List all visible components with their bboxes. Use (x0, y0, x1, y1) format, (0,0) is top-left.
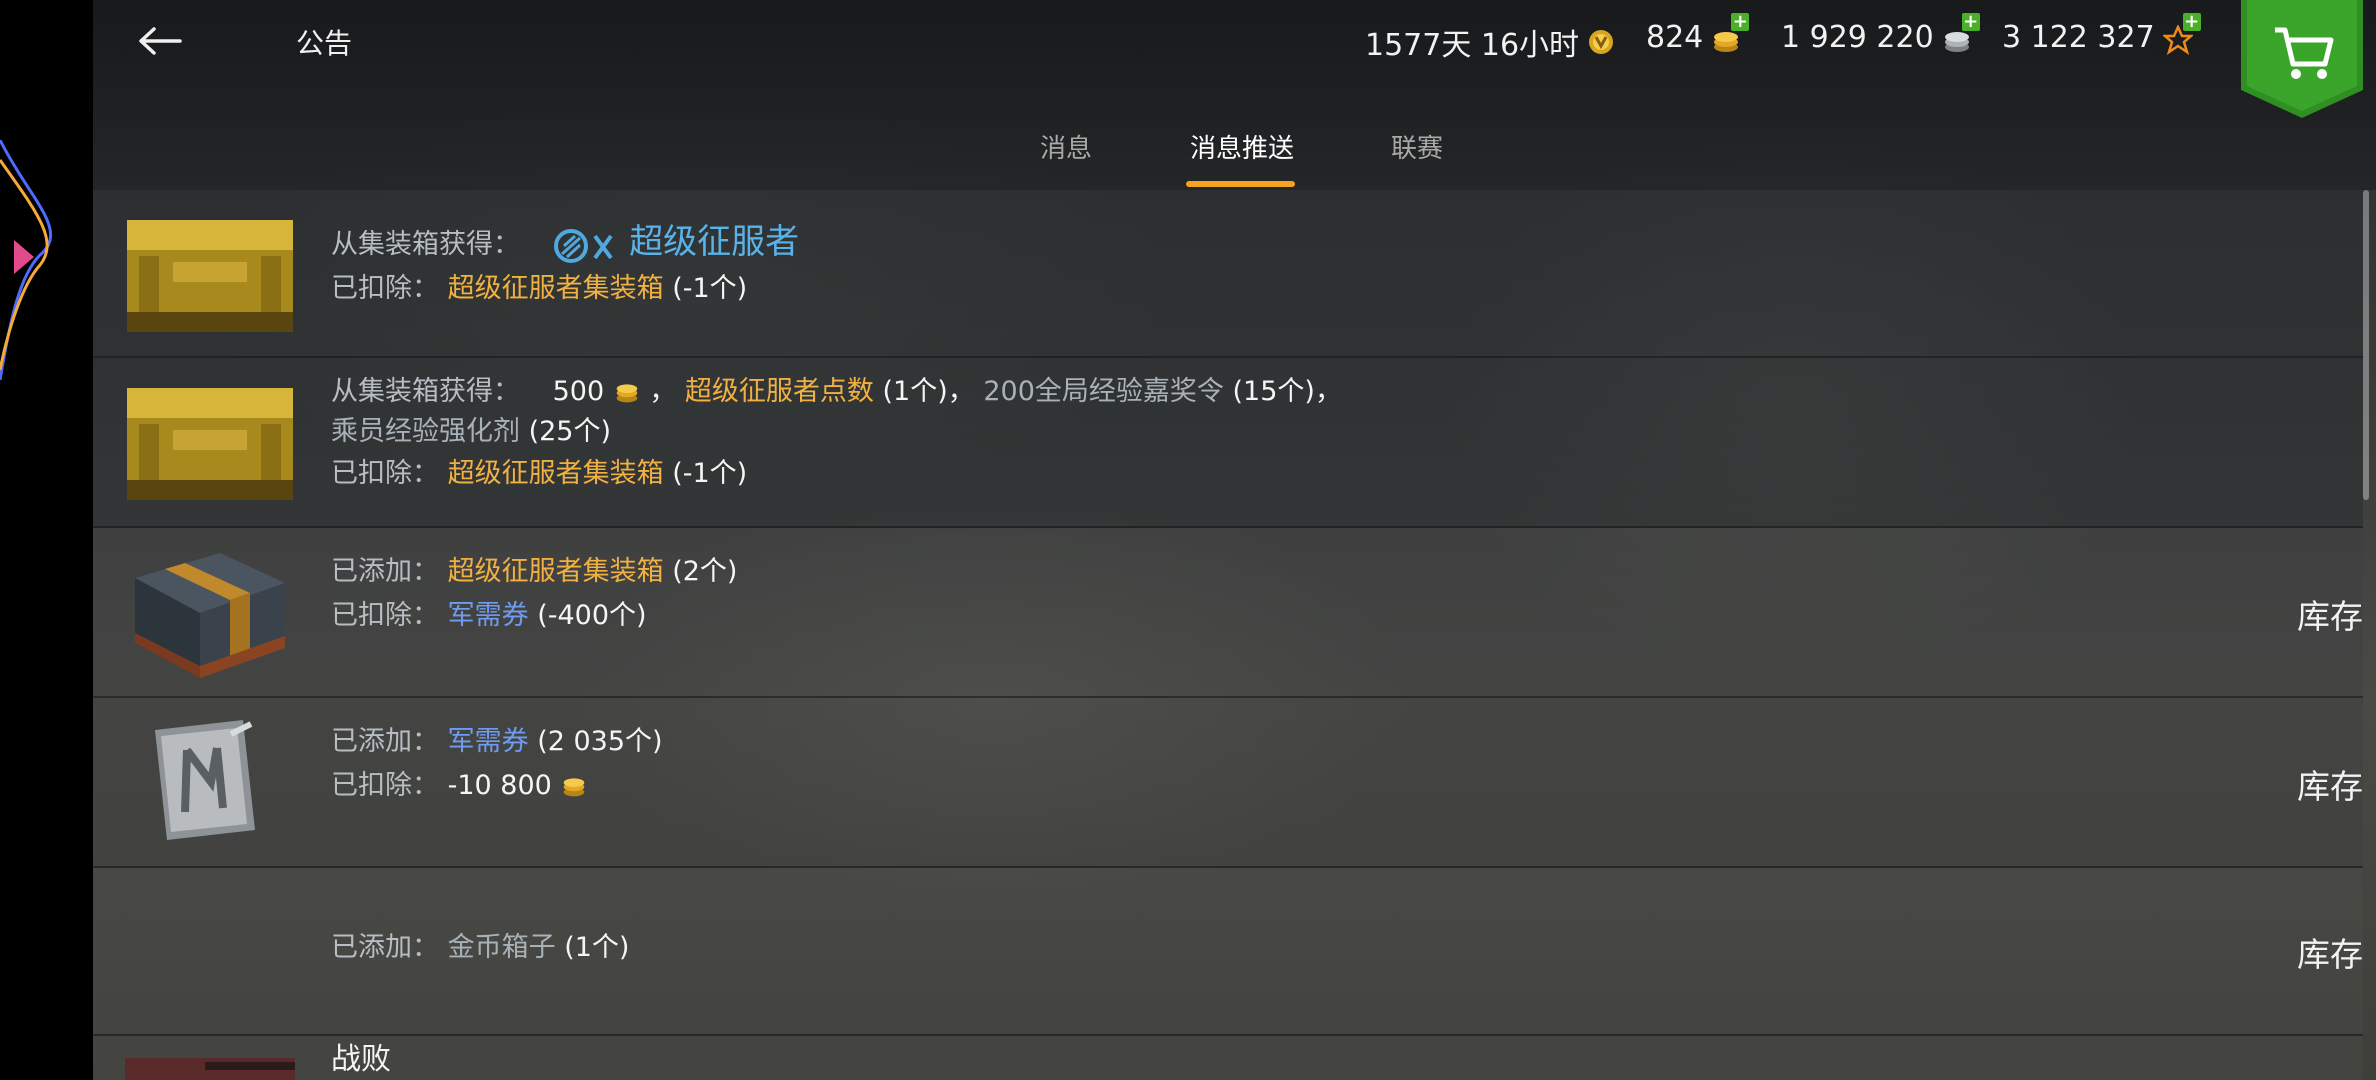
inventory-button[interactable]: 库存 (2297, 760, 2363, 808)
obtained-label: 从集装箱获得： (331, 376, 520, 407)
deducted-amount: -10 800 (447, 770, 552, 801)
message-row[interactable]: 已添加： 金币箱子 (1个) 库存 (93, 868, 2363, 1036)
battle-result-title: 战败 (331, 1042, 391, 1077)
added-label: 已添加： (331, 726, 439, 757)
reward-item: 200全局经验嘉奖令 (983, 376, 1224, 407)
added-qty: (2 035个) (537, 726, 663, 757)
deducted-item: 军需券 (447, 600, 529, 631)
conqueror-container-icon (135, 553, 285, 678)
back-button[interactable] (135, 16, 185, 66)
tab-push-messages[interactable]: 消息推送 (1190, 128, 1294, 165)
message-row[interactable]: 已添加： 超级征服者集装箱 (2个) 已扣除： 军需券 (-400个) 库存 (93, 528, 2363, 698)
inventory-button[interactable]: 库存 (2297, 590, 2363, 638)
tab-messages[interactable]: 消息 (1040, 128, 1092, 165)
inventory-button[interactable]: 库存 (2297, 928, 2363, 976)
reward-qty: (1个) (882, 376, 948, 407)
added-qty: (1个) (564, 932, 630, 963)
deducted-label: 已扣除： (331, 600, 439, 631)
tab-league[interactable]: 联赛 (1391, 128, 1443, 165)
separator: ， (1314, 376, 1342, 407)
deducted-item: 超级征服者集装箱 (447, 273, 664, 304)
vehicle-thumbnail-icon (125, 1058, 295, 1080)
credits-balance[interactable]: 1 929 220 + (1781, 12, 1980, 55)
added-label: 已添加： (331, 556, 439, 587)
message-row[interactable]: 从集装箱获得： 500 ， 超级征服者点数 (1个)， 200全局经验嘉奖令 (… (93, 358, 2363, 528)
app-window: 公告 1577天 16小时 824 + 1 929 220 + 3 122 32… (93, 0, 2376, 1080)
deducted-label: 已扣除： (331, 458, 439, 489)
added-item: 军需券 (447, 726, 529, 757)
gold-amount: 500 (552, 376, 605, 407)
separator: ， (649, 376, 677, 407)
tab-bar: 消息 消息推送 联赛 (93, 128, 2376, 188)
deducted-label: 已扣除： (331, 273, 439, 304)
reward-name: 超级征服者 (629, 222, 800, 262)
free-xp-balance[interactable]: 3 122 327 + (2002, 12, 2201, 55)
container-crate-icon (127, 220, 293, 332)
added-item: 超级征服者集装箱 (447, 556, 664, 587)
active-tab-indicator (1186, 181, 1295, 187)
reward-item: 超级征服者点数 (684, 376, 874, 407)
system-edge-strip (0, 0, 93, 1080)
reward-item: 乘员经验强化剂 (331, 416, 520, 447)
edge-panel-handle[interactable] (0, 140, 60, 380)
message-list[interactable]: 从集装箱获得： 超级征服者 已扣除： 超级征服者集装箱 (-1个) 从集装箱获得… (93, 190, 2376, 1080)
add-xp-button[interactable]: + (2182, 12, 2201, 31)
credits-value: 1 929 220 (1781, 20, 1934, 55)
obtained-label: 从集装箱获得： (331, 229, 520, 260)
premium-time-value: 1577天 16小时 (1365, 28, 1580, 63)
deducted-qty: (-1个) (672, 273, 748, 304)
free-xp-value: 3 122 327 (2002, 20, 2155, 55)
back-arrow-icon (139, 27, 182, 55)
added-qty: (2个) (672, 556, 738, 587)
deducted-qty: (-400个) (537, 600, 647, 631)
deducted-item: 超级征服者集装箱 (447, 458, 664, 489)
add-credits-button[interactable]: + (1961, 12, 1980, 31)
reward-qty: (15个) (1232, 376, 1315, 407)
message-row[interactable]: 从集装箱获得： 超级征服者 已扣除： 超级征服者集装箱 (-1个) (93, 190, 2363, 358)
message-row[interactable]: 已添加： 军需券 (2 035个) 已扣除： -10 800 库存 (93, 698, 2363, 868)
premium-time[interactable]: 1577天 16小时 (1365, 20, 1615, 64)
add-gold-button[interactable]: + (1731, 12, 1750, 31)
message-row[interactable]: 战败 (93, 1036, 2363, 1080)
gold-coin-icon (564, 777, 585, 796)
list-scrollbar[interactable] (2363, 190, 2369, 500)
shop-button[interactable] (2241, 0, 2363, 120)
gold-coin-icon (616, 383, 638, 402)
added-item: 金币箱子 (447, 932, 556, 963)
deducted-label: 已扣除： (331, 770, 439, 801)
separator: ， (947, 376, 975, 407)
page-title: 公告 (296, 27, 353, 60)
premium-account-icon (1589, 30, 1614, 54)
container-crate-icon (127, 388, 293, 500)
added-label: 已添加： (331, 932, 439, 963)
deducted-qty: (-1个) (672, 458, 748, 489)
reward-qty: (25个) (528, 416, 612, 447)
military-voucher-icon (155, 720, 255, 840)
conqueror-badge-icon (553, 228, 613, 263)
gold-balance[interactable]: 824 + (1646, 12, 1750, 55)
gold-value: 824 (1646, 20, 1704, 55)
